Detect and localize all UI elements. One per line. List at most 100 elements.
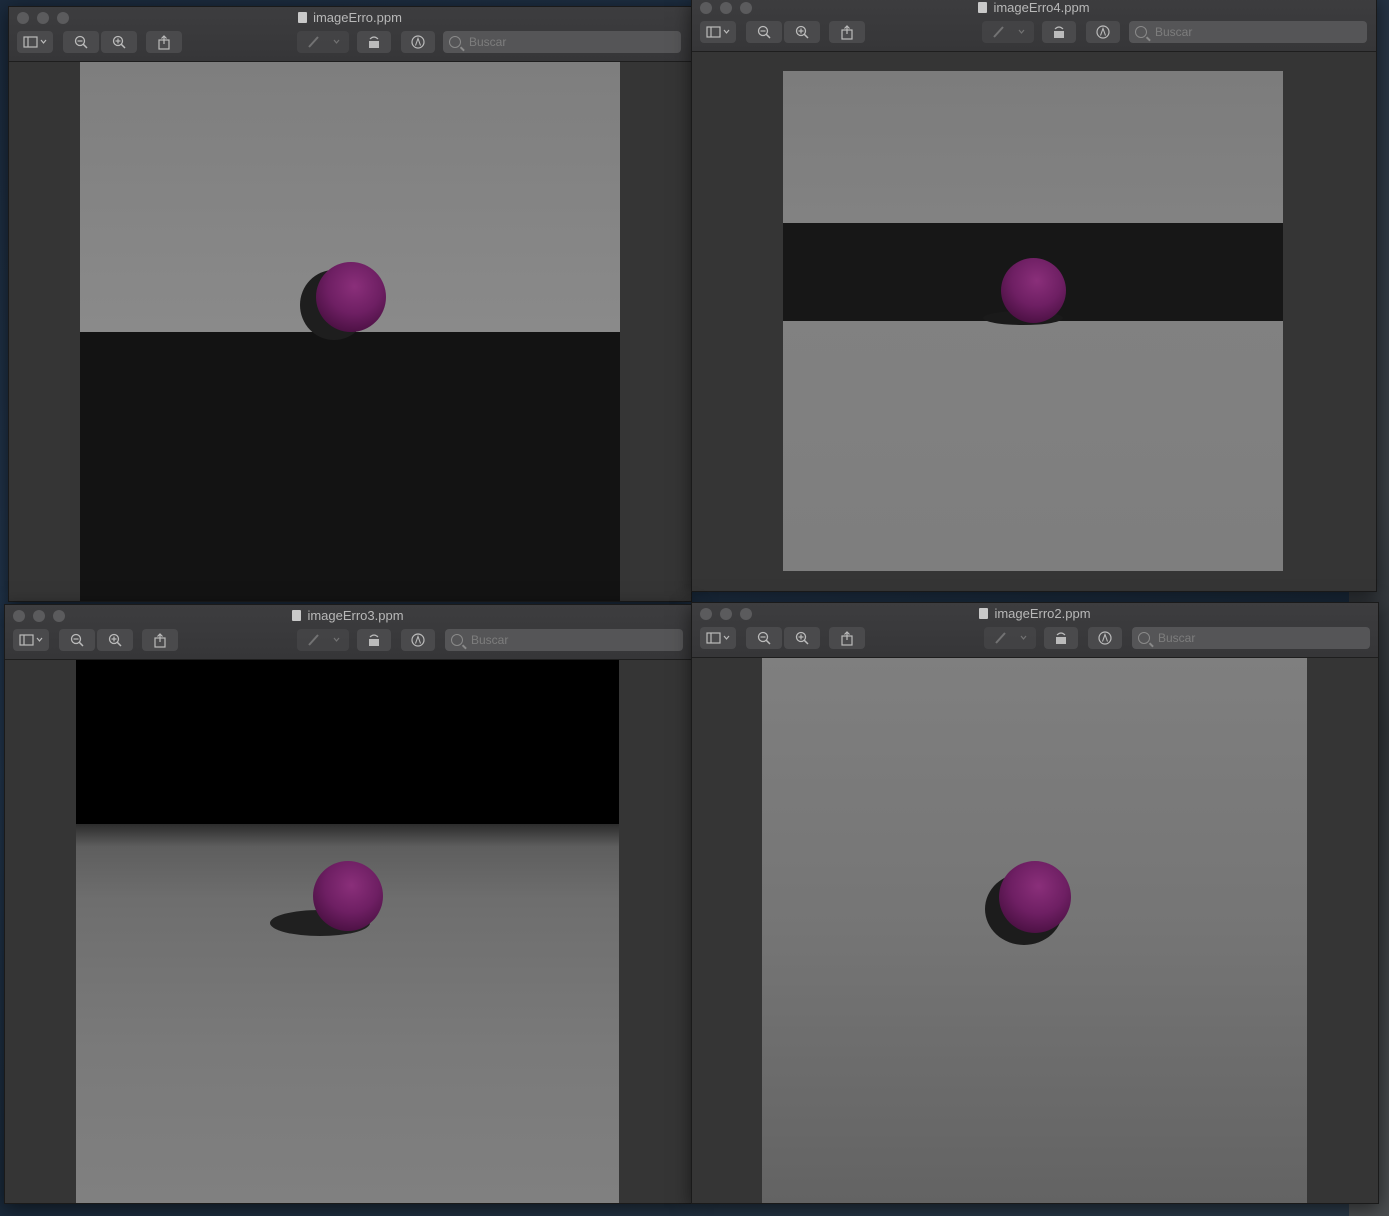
annotate-icon — [1098, 631, 1112, 645]
preview-window-imageErro2[interactable]: imageErro2.ppm Buscar — [691, 602, 1379, 1204]
zoom-in-button[interactable] — [784, 21, 820, 43]
rotate-icon — [369, 36, 379, 48]
image-viewport[interactable] — [692, 658, 1378, 1203]
document-icon — [298, 12, 308, 23]
sidebar-icon — [19, 634, 43, 646]
markup-pen-button[interactable] — [982, 21, 1034, 43]
zoom-out-button[interactable] — [59, 629, 95, 651]
rendered-image — [80, 62, 620, 601]
window-title: imageErro.ppm — [9, 10, 691, 26]
markup-pen-button[interactable] — [297, 629, 349, 651]
window-title-text: imageErro2.ppm — [994, 606, 1091, 621]
zoom-in-button[interactable] — [97, 629, 133, 651]
share-button[interactable] — [146, 31, 182, 53]
zoom-out-icon — [757, 25, 771, 39]
sidebar-icon — [23, 36, 47, 48]
zoom-out-button[interactable] — [746, 627, 782, 649]
search-placeholder: Buscar — [1158, 631, 1196, 645]
search-icon — [449, 36, 461, 48]
preview-window-imageErro[interactable]: imageErro.ppm Buscar — [8, 6, 692, 602]
markup-pen-icon — [993, 26, 1025, 38]
annotate-button[interactable] — [1086, 21, 1120, 43]
rendered-image — [76, 660, 619, 1203]
zoom-in-button[interactable] — [784, 627, 820, 649]
window-title: imageErro2.ppm — [692, 606, 1378, 622]
share-button[interactable] — [829, 21, 865, 43]
search-field[interactable]: Buscar — [1129, 21, 1367, 43]
markup-pen-icon — [308, 36, 340, 48]
image-viewport[interactable] — [5, 660, 691, 1203]
sphere — [316, 262, 386, 332]
markup-pen-button[interactable] — [297, 31, 349, 53]
rendered-image — [783, 71, 1283, 571]
window-title-text: imageErro4.ppm — [993, 0, 1090, 15]
annotate-button[interactable] — [401, 629, 435, 651]
zoom-out-button[interactable] — [63, 31, 99, 53]
document-icon — [979, 608, 989, 619]
document-icon — [292, 610, 302, 621]
window-title-text: imageErro.ppm — [313, 10, 402, 25]
titlebar[interactable]: imageErro4.ppm Buscar — [692, 0, 1376, 52]
search-field[interactable]: Buscar — [443, 31, 681, 53]
preview-window-imageErro4[interactable]: imageErro4.ppm Buscar — [691, 0, 1377, 592]
zoom-in-icon — [795, 25, 809, 39]
annotate-button[interactable] — [1088, 627, 1122, 649]
annotate-icon — [1096, 25, 1110, 39]
search-field[interactable]: Buscar — [445, 629, 683, 651]
image-viewport[interactable] — [9, 62, 691, 601]
zoom-out-icon — [757, 631, 771, 645]
zoom-in-icon — [795, 631, 809, 645]
sphere — [1001, 258, 1066, 323]
image-viewport[interactable] — [692, 52, 1376, 591]
markup-pen-icon — [308, 634, 340, 646]
markup-pen-icon — [995, 632, 1027, 644]
preview-window-imageErro3[interactable]: imageErro3.ppm Buscar — [4, 604, 692, 1204]
sidebar-toggle-button[interactable] — [700, 21, 736, 43]
sphere — [999, 861, 1071, 933]
sidebar-toggle-button[interactable] — [13, 629, 49, 651]
share-icon — [154, 632, 166, 648]
search-placeholder: Buscar — [469, 35, 507, 49]
zoom-in-button[interactable] — [101, 31, 137, 53]
sidebar-icon — [706, 632, 730, 644]
search-placeholder: Buscar — [1155, 25, 1193, 39]
rendered-image — [762, 658, 1307, 1203]
rotate-icon — [369, 634, 379, 646]
window-title-text: imageErro3.ppm — [307, 608, 404, 623]
sidebar-toggle-button[interactable] — [700, 627, 736, 649]
rotate-button[interactable] — [357, 31, 391, 53]
search-icon — [1138, 632, 1150, 644]
titlebar[interactable]: imageErro.ppm Buscar — [9, 7, 691, 62]
sidebar-icon — [706, 26, 730, 38]
annotate-icon — [411, 633, 425, 647]
rotate-button[interactable] — [1042, 21, 1076, 43]
rotate-button[interactable] — [1044, 627, 1078, 649]
search-icon — [451, 634, 463, 646]
share-icon — [158, 34, 170, 50]
window-title: imageErro4.ppm — [692, 0, 1376, 16]
sidebar-toggle-button[interactable] — [17, 31, 53, 53]
zoom-in-icon — [108, 633, 122, 647]
rotate-icon — [1056, 632, 1066, 644]
rotate-icon — [1054, 26, 1064, 38]
titlebar[interactable]: imageErro2.ppm Buscar — [692, 603, 1378, 658]
rotate-button[interactable] — [357, 629, 391, 651]
share-icon — [841, 24, 853, 40]
zoom-in-icon — [112, 35, 126, 49]
search-icon — [1135, 26, 1147, 38]
zoom-out-icon — [70, 633, 84, 647]
search-placeholder: Buscar — [471, 633, 509, 647]
annotate-icon — [411, 35, 425, 49]
document-icon — [978, 2, 988, 13]
markup-pen-button[interactable] — [984, 627, 1036, 649]
share-button[interactable] — [142, 629, 178, 651]
share-icon — [841, 630, 853, 646]
titlebar[interactable]: imageErro3.ppm Buscar — [5, 605, 691, 660]
sphere — [313, 861, 383, 931]
annotate-button[interactable] — [401, 31, 435, 53]
zoom-out-button[interactable] — [746, 21, 782, 43]
window-title: imageErro3.ppm — [5, 608, 691, 624]
search-field[interactable]: Buscar — [1132, 627, 1370, 649]
share-button[interactable] — [829, 627, 865, 649]
zoom-out-icon — [74, 35, 88, 49]
